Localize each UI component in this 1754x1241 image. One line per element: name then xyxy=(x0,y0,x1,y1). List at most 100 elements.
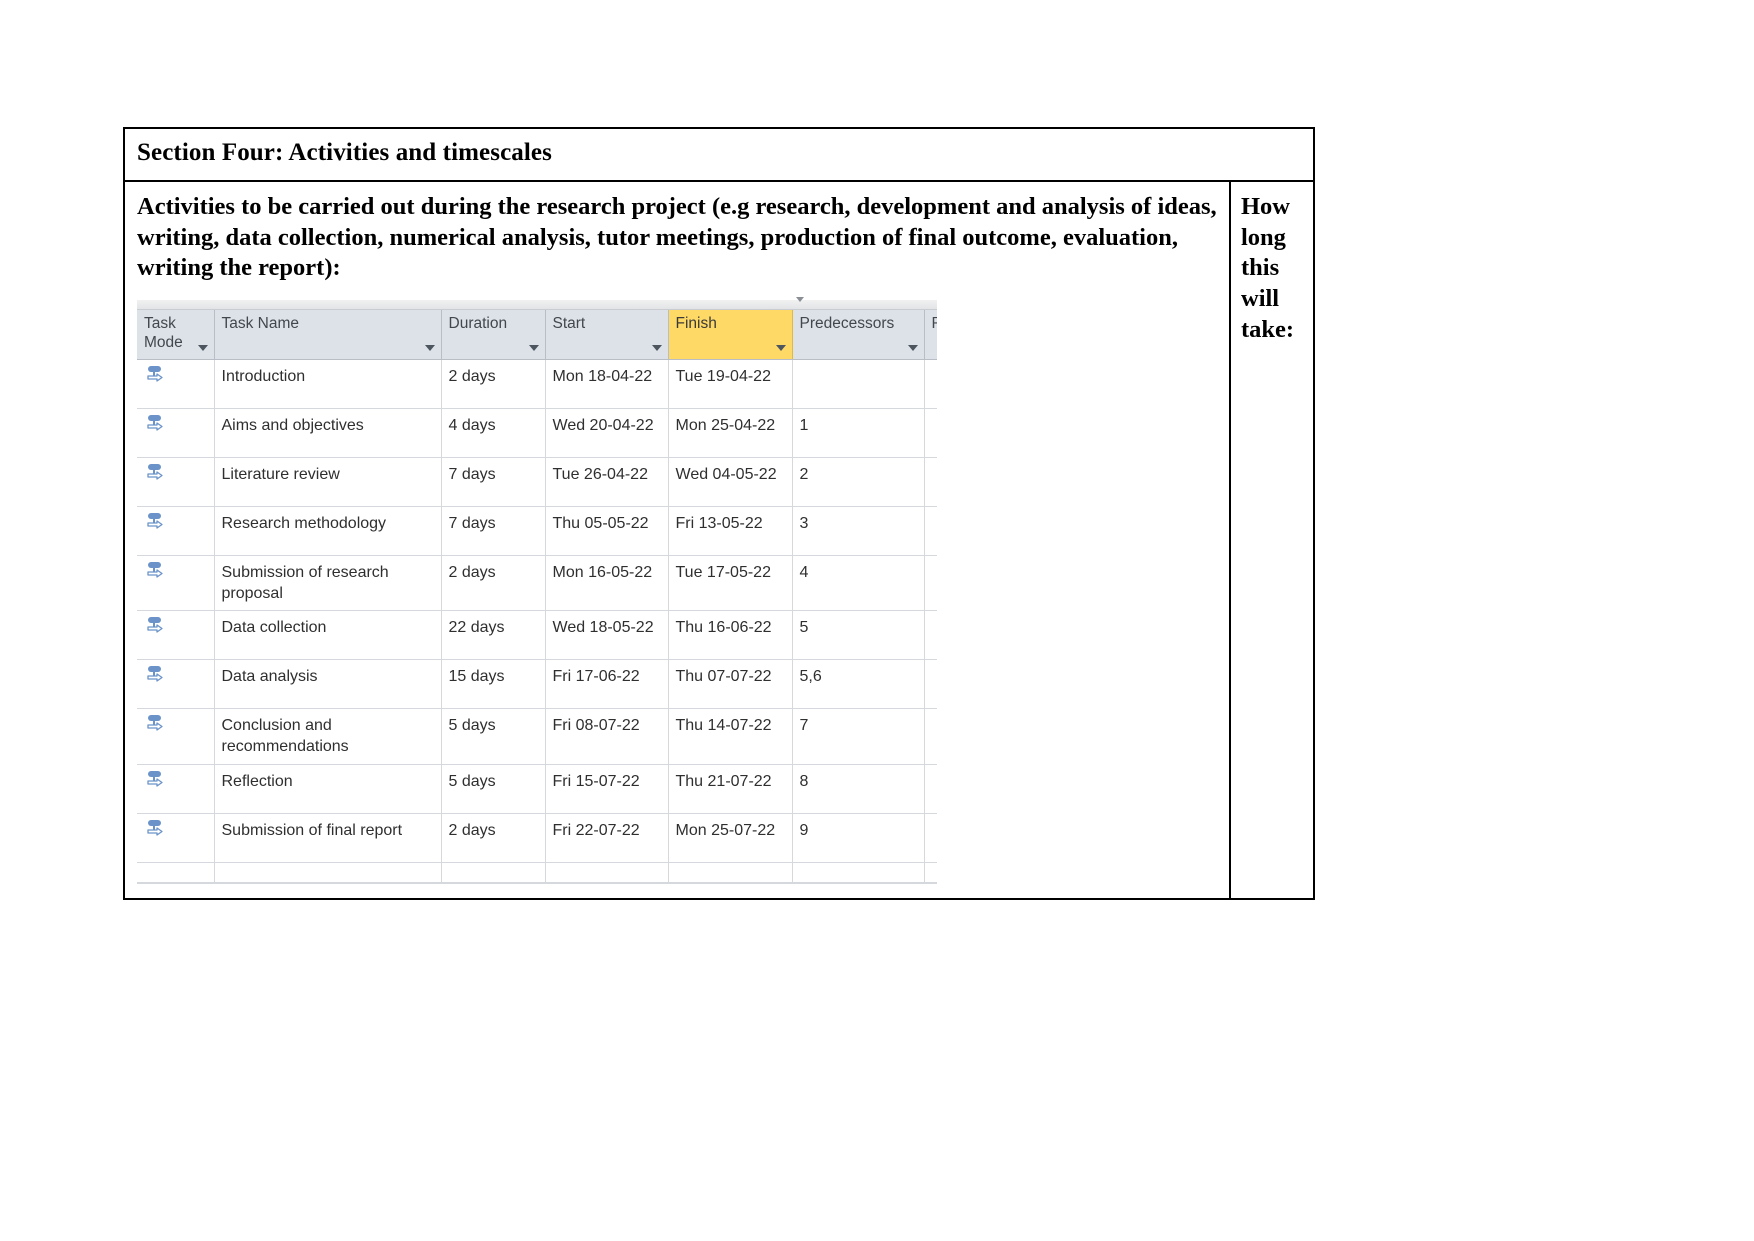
column-header-cut-off[interactable]: R xyxy=(924,310,937,361)
section-title-row: Section Four: Activities and timescales xyxy=(125,129,1313,182)
cell-predecessors[interactable]: 2 xyxy=(792,457,925,508)
cell-task-name[interactable]: Research methodology xyxy=(214,506,442,557)
cell-predecessors[interactable] xyxy=(792,862,925,883)
chevron-down-icon[interactable] xyxy=(651,345,662,352)
column-header-label: Task Name xyxy=(221,315,300,333)
cell-predecessors[interactable]: 9 xyxy=(792,813,925,863)
table-row[interactable]: Conclusion and recommendations 5 days Fri … xyxy=(137,708,937,765)
cell-task-name[interactable]: Conclusion and recommendations xyxy=(214,708,442,765)
cell-task-mode[interactable] xyxy=(137,862,215,883)
cell-duration[interactable]: 5 days xyxy=(441,708,546,765)
column-header-finish[interactable]: Finish xyxy=(668,310,793,361)
column-header-duration[interactable]: Duration xyxy=(441,310,546,361)
cell-duration[interactable]: 4 days xyxy=(441,408,546,459)
cell-finish[interactable]: Mon 25-04-22 xyxy=(668,408,793,459)
cell-task-name[interactable]: Data analysis xyxy=(214,659,442,710)
table-row[interactable]: Reflection 5 days Fri 15-07-22 Thu 21-07-22… xyxy=(137,764,937,814)
duration-cell: How long this will take: xyxy=(1231,182,1313,898)
cell-finish[interactable] xyxy=(668,862,793,883)
cell-predecessors[interactable]: 5 xyxy=(792,610,925,661)
cell-task-name[interactable]: Introduction xyxy=(214,359,442,410)
table-row[interactable]: Literature review 7 days Tue 26-04-22 Wed 0… xyxy=(137,457,937,508)
cell-start[interactable]: Wed 20-04-22 xyxy=(545,408,669,459)
cell-start[interactable]: Mon 18-04-22 xyxy=(545,359,669,410)
cell-task-name[interactable] xyxy=(214,862,442,883)
table-row[interactable]: Submission of final report 2 days Fri 22-0… xyxy=(137,813,937,863)
column-header-label: Start xyxy=(552,315,586,333)
cell-start[interactable]: Fri 15-07-22 xyxy=(545,764,669,814)
cell-start[interactable] xyxy=(545,862,669,883)
cell-predecessors[interactable]: 1 xyxy=(792,408,925,459)
cell-duration[interactable]: 7 days xyxy=(441,457,546,508)
cell-finish[interactable]: Wed 04-05-22 xyxy=(668,457,793,508)
table-row[interactable]: Data collection 22 days Wed 18-05-22 Thu 16… xyxy=(137,610,937,661)
cell-start[interactable]: Mon 16-05-22 xyxy=(545,555,669,612)
cell-task-mode[interactable] xyxy=(137,457,215,508)
cell-duration[interactable]: 7 days xyxy=(441,506,546,557)
cell-task-mode[interactable] xyxy=(137,359,215,410)
column-header-task-name[interactable]: Task Name xyxy=(214,310,442,361)
cell-task-mode[interactable] xyxy=(137,659,215,710)
cell-predecessors[interactable]: 5,6 xyxy=(792,659,925,710)
cell-task-name[interactable]: Literature review xyxy=(214,457,442,508)
column-header-start[interactable]: Start xyxy=(545,310,669,361)
cell-start[interactable]: Fri 17-06-22 xyxy=(545,659,669,710)
cell-duration[interactable]: 15 days xyxy=(441,659,546,710)
cell-task-mode[interactable] xyxy=(137,610,215,661)
cell-predecessors[interactable]: 7 xyxy=(792,708,925,765)
chevron-down-icon[interactable] xyxy=(775,345,786,352)
cell-task-name[interactable]: Reflection xyxy=(214,764,442,814)
column-split-marker[interactable] xyxy=(796,297,804,303)
table-row[interactable]: Aims and objectives 4 days Wed 20-04-22 Mon… xyxy=(137,408,937,459)
cell-task-mode[interactable] xyxy=(137,708,215,765)
cell-finish[interactable]: Thu 16-06-22 xyxy=(668,610,793,661)
chevron-down-icon[interactable] xyxy=(907,345,918,352)
cell-cut-off xyxy=(924,659,937,710)
cell-start[interactable]: Tue 26-04-22 xyxy=(545,457,669,508)
cell-duration[interactable]: 2 days xyxy=(441,555,546,612)
cell-finish[interactable]: Tue 17-05-22 xyxy=(668,555,793,612)
cell-duration[interactable]: 2 days xyxy=(441,813,546,863)
cell-start[interactable]: Fri 08-07-22 xyxy=(545,708,669,765)
table-row[interactable]: Introduction 2 days Mon 18-04-22 Tue 19-04-… xyxy=(137,359,937,410)
cell-predecessors[interactable]: 3 xyxy=(792,506,925,557)
cell-task-mode[interactable] xyxy=(137,555,215,612)
cell-finish[interactable]: Thu 07-07-22 xyxy=(668,659,793,710)
chevron-down-icon[interactable] xyxy=(528,345,539,352)
table-row[interactable]: Research methodology 7 days Thu 05-05-22 Fr… xyxy=(137,506,937,557)
cell-predecessors[interactable]: 4 xyxy=(792,555,925,612)
cell-finish[interactable]: Thu 14-07-22 xyxy=(668,708,793,765)
cell-finish[interactable]: Thu 21-07-22 xyxy=(668,764,793,814)
cell-task-name[interactable]: Data collection xyxy=(214,610,442,661)
table-row[interactable]: Data analysis 15 days Fri 17-06-22 Thu 07-0… xyxy=(137,659,937,710)
cell-finish[interactable]: Tue 19-04-22 xyxy=(668,359,793,410)
cell-finish[interactable]: Fri 13-05-22 xyxy=(668,506,793,557)
cell-task-name[interactable]: Submission of final report xyxy=(214,813,442,863)
column-header-label: Predecessors xyxy=(799,315,895,333)
cell-start[interactable]: Fri 22-07-22 xyxy=(545,813,669,863)
cell-duration[interactable]: 22 days xyxy=(441,610,546,661)
cell-task-mode[interactable] xyxy=(137,408,215,459)
cell-cut-off xyxy=(924,764,937,814)
cell-task-name[interactable]: Aims and objectives xyxy=(214,408,442,459)
chevron-down-icon[interactable] xyxy=(424,345,435,352)
cell-duration[interactable]: 2 days xyxy=(441,359,546,410)
cell-predecessors[interactable] xyxy=(792,359,925,410)
cell-task-mode[interactable] xyxy=(137,764,215,814)
column-header-task-mode[interactable]: Task Mode xyxy=(137,310,215,361)
cell-task-mode[interactable] xyxy=(137,506,215,557)
cell-duration[interactable] xyxy=(441,862,546,883)
cell-task-name[interactable]: Submission of research proposal xyxy=(214,555,442,612)
column-header-predecessors[interactable]: Predecessors xyxy=(792,310,925,361)
cell-start[interactable]: Thu 05-05-22 xyxy=(545,506,669,557)
cell-predecessors[interactable]: 8 xyxy=(792,764,925,814)
cell-task-mode[interactable] xyxy=(137,813,215,863)
cell-duration[interactable]: 5 days xyxy=(441,764,546,814)
grid-bottom-rule xyxy=(137,882,937,884)
chevron-down-icon[interactable] xyxy=(197,345,208,352)
manually-scheduled-icon xyxy=(147,562,163,578)
table-row-empty[interactable] xyxy=(137,862,937,883)
cell-start[interactable]: Wed 18-05-22 xyxy=(545,610,669,661)
table-row[interactable]: Submission of research proposal 2 days Mon… xyxy=(137,555,937,612)
cell-finish[interactable]: Mon 25-07-22 xyxy=(668,813,793,863)
